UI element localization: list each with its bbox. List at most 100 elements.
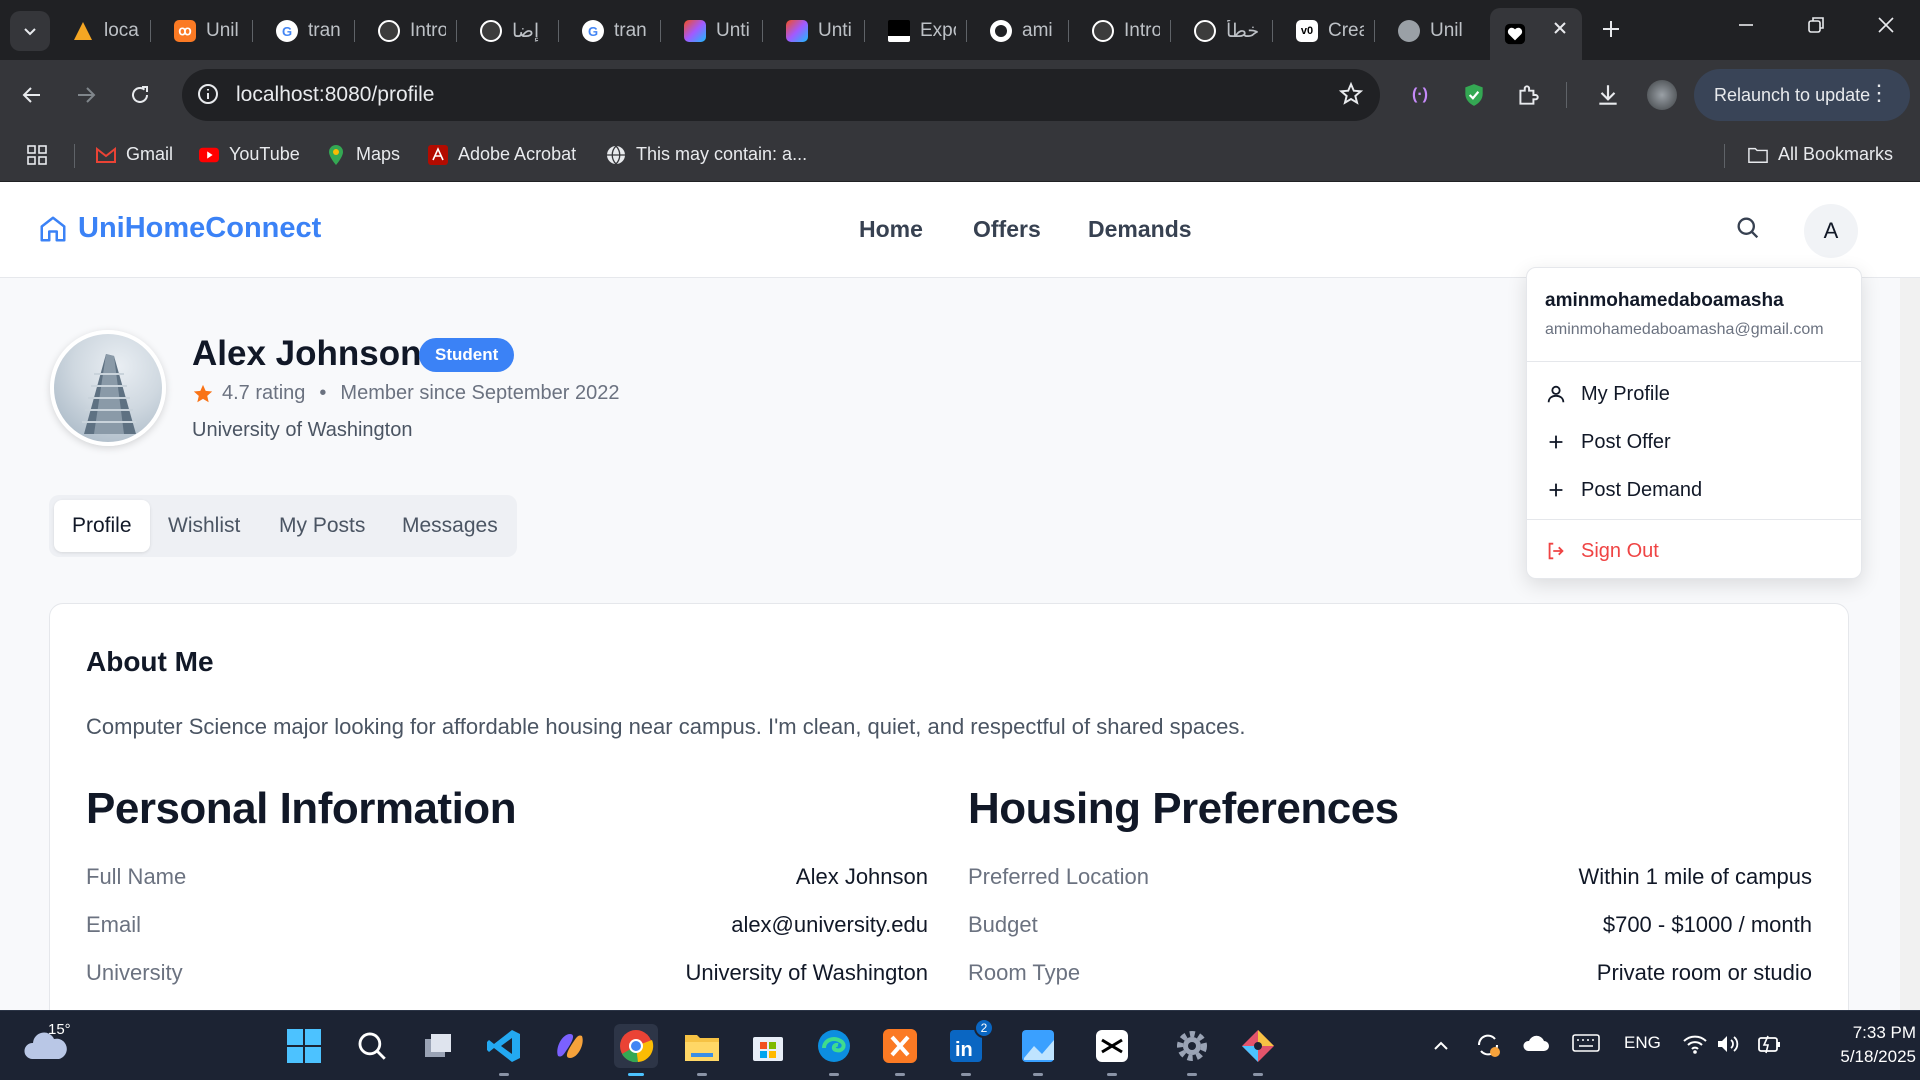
tab-divider xyxy=(1272,20,1273,42)
browser-tab[interactable]: Unti xyxy=(670,12,760,50)
scrollbar-track[interactable] xyxy=(1900,278,1920,1010)
log-out-icon xyxy=(1548,542,1564,560)
housing-prefs-title: Housing Preferences xyxy=(968,784,1399,833)
menu-item-post-offer[interactable]: Post Offer xyxy=(1545,424,1671,460)
arrow-right-icon xyxy=(78,87,96,103)
battery-icon[interactable] xyxy=(1756,1033,1782,1060)
bookmark-adobe-acrobat[interactable]: Adobe Acrobat xyxy=(428,144,576,165)
task-view-button[interactable] xyxy=(416,1024,460,1068)
copilot-app[interactable] xyxy=(548,1024,592,1068)
profile-avatar-icon[interactable] xyxy=(1644,77,1680,113)
browser-tab[interactable]: loca xyxy=(58,12,148,50)
forward-button[interactable] xyxy=(68,77,104,113)
weather-widget[interactable]: 15° xyxy=(22,1021,71,1070)
site-info-icon[interactable] xyxy=(196,82,220,111)
bookmark-youtube[interactable]: YouTube xyxy=(199,144,300,165)
tab-search-button[interactable] xyxy=(10,11,50,51)
task-view-icon xyxy=(425,1034,451,1057)
close-window-button[interactable] xyxy=(1876,14,1896,42)
relaunch-label: Relaunch to update xyxy=(1714,84,1871,105)
browser-tab[interactable]: Expo xyxy=(874,12,964,50)
restore-button[interactable] xyxy=(1806,14,1826,42)
wifi-icon[interactable] xyxy=(1682,1033,1708,1060)
browser-tab[interactable]: Unil xyxy=(1384,12,1474,50)
clock[interactable]: 7:33 PM 5/18/2025 xyxy=(1796,1021,1916,1069)
avatar[interactable]: A xyxy=(1804,204,1858,258)
minimize-button[interactable] xyxy=(1736,14,1756,42)
browser-tab[interactable]: Intro xyxy=(364,12,454,50)
browser-tab[interactable]: G tran xyxy=(262,12,352,50)
nav-demands[interactable]: Demands xyxy=(1088,216,1192,243)
back-button[interactable] xyxy=(14,77,50,113)
nav-offers[interactable]: Offers xyxy=(973,216,1041,243)
download-icon[interactable] xyxy=(1590,77,1626,113)
browser-tab[interactable]: خطأ xyxy=(1180,12,1270,50)
browser-tab[interactable]: إضا xyxy=(466,12,556,50)
xampp-icon: ꝏ xyxy=(174,20,196,42)
all-bookmarks-button[interactable]: All Bookmarks xyxy=(1748,144,1893,165)
brand-name: UniHomeConnect xyxy=(78,212,322,244)
relaunch-button[interactable]: Relaunch to update ⋮ xyxy=(1694,69,1910,121)
browser-tab[interactable]: ꝏ Unil xyxy=(160,12,250,50)
extensions-puzzle-icon[interactable] xyxy=(1510,77,1546,113)
search-button[interactable] xyxy=(1734,214,1762,247)
xampp-app[interactable] xyxy=(878,1024,922,1076)
linkedin-app[interactable]: in 2 xyxy=(944,1018,994,1076)
youtube-icon xyxy=(199,145,219,165)
bookmark-gmail[interactable]: Gmail xyxy=(96,144,173,165)
brand-logo[interactable]: UniHomeConnect xyxy=(38,212,321,245)
url-text[interactable]: localhost:8080/profile xyxy=(236,83,434,107)
file-explorer-app[interactable] xyxy=(680,1024,724,1076)
onedrive-icon[interactable] xyxy=(1522,1033,1550,1058)
browser-tab[interactable]: ami xyxy=(976,12,1066,50)
start-button[interactable] xyxy=(282,1024,326,1068)
bookmark-pinterest[interactable]: This may contain: a... xyxy=(606,144,807,165)
browser-tab[interactable]: Intro xyxy=(1078,12,1168,50)
apps-grid-icon[interactable] xyxy=(26,144,48,166)
settings-app[interactable] xyxy=(1170,1024,1214,1076)
vscode-app[interactable] xyxy=(482,1024,526,1076)
microsoft-store-app[interactable] xyxy=(746,1024,790,1068)
edge-app[interactable] xyxy=(812,1024,856,1076)
browser-tab[interactable]: G tran xyxy=(568,12,658,50)
new-tab-button[interactable] xyxy=(1600,18,1622,45)
sync-icon[interactable] xyxy=(1474,1031,1502,1064)
close-tab-icon[interactable] xyxy=(1552,20,1568,42)
show-hidden-icons-button[interactable] xyxy=(1432,1037,1450,1060)
nav-home[interactable]: Home xyxy=(859,216,923,243)
taskbar-search-button[interactable] xyxy=(350,1024,394,1068)
menu-item-my-profile[interactable]: My Profile xyxy=(1545,376,1670,412)
unsplash-icon xyxy=(888,20,910,42)
site-header: UniHomeConnect Home Offers Demands A xyxy=(0,182,1920,278)
bookmark-maps[interactable]: Maps xyxy=(326,144,400,165)
more-vert-icon[interactable]: ⋮ xyxy=(1868,81,1890,105)
bookmark-star-icon[interactable] xyxy=(1338,81,1364,112)
tab-wishlist[interactable]: Wishlist xyxy=(150,500,258,552)
browser-tab-active[interactable] xyxy=(1490,8,1582,60)
keyboard-icon[interactable] xyxy=(1572,1033,1600,1058)
tab-profile[interactable]: Profile xyxy=(54,500,150,552)
shield-icon[interactable] xyxy=(1456,77,1492,113)
language-indicator[interactable]: ENG xyxy=(1624,1033,1661,1053)
tab-divider xyxy=(456,20,457,42)
browser-tab[interactable]: Unti xyxy=(772,12,862,50)
housing-pref-value: $700 - $1000 / month xyxy=(1602,912,1812,937)
git-app[interactable] xyxy=(1236,1024,1280,1076)
chrome-app[interactable] xyxy=(614,1024,658,1076)
extension-icon[interactable]: (·) xyxy=(1402,77,1438,113)
menu-item-post-demand[interactable]: Post Demand xyxy=(1545,472,1702,508)
clock-date: 5/18/2025 xyxy=(1840,1047,1916,1066)
tab-messages[interactable]: Messages xyxy=(384,500,516,552)
reload-button[interactable] xyxy=(122,77,158,113)
toolbar-divider xyxy=(1566,82,1567,108)
address-bar[interactable]: localhost:8080/profile xyxy=(182,69,1380,121)
capcut-app[interactable] xyxy=(1090,1024,1134,1076)
heart-icon xyxy=(1504,23,1526,45)
browser-tab[interactable]: v0 Crea xyxy=(1282,12,1372,50)
tab-my-posts[interactable]: My Posts xyxy=(261,500,383,552)
photos-app[interactable] xyxy=(1016,1024,1060,1076)
housing-pref-label: Budget xyxy=(968,912,1038,937)
menu-item-sign-out[interactable]: Sign Out xyxy=(1545,533,1659,569)
search-icon xyxy=(1737,217,1759,239)
volume-icon[interactable] xyxy=(1716,1033,1740,1060)
